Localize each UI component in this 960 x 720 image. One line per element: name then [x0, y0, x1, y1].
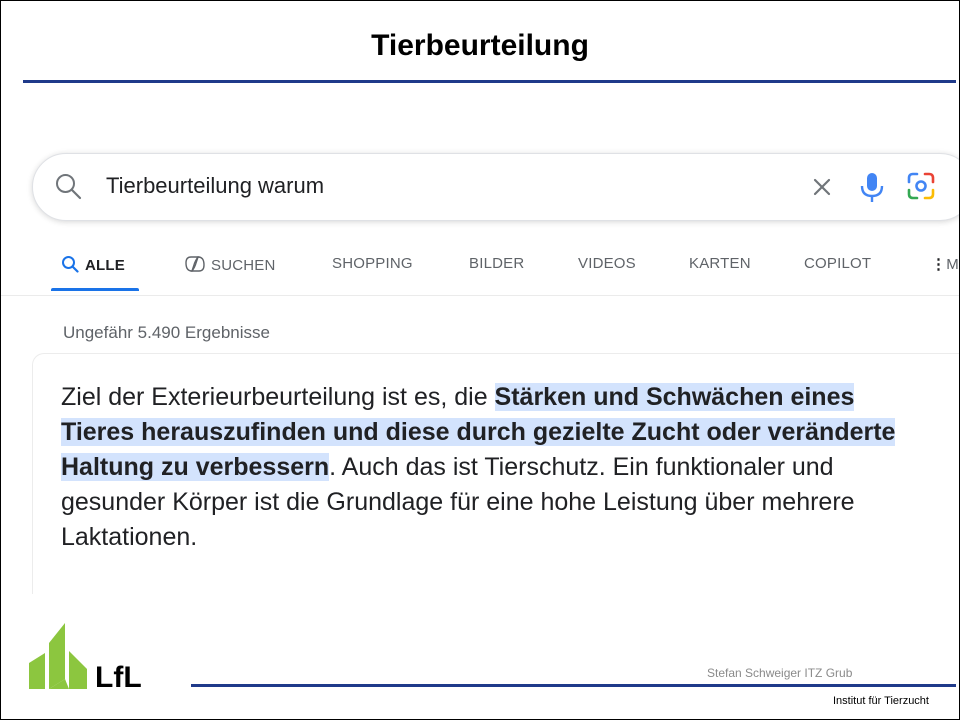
- tab-label: M: [946, 256, 959, 273]
- copilot-icon: [185, 256, 205, 272]
- title-divider: [23, 80, 956, 83]
- microphone-icon[interactable]: [857, 169, 887, 205]
- footer-divider: [191, 684, 956, 687]
- slide: Tierbeurteilung Tierbeurteilung warum AL…: [0, 0, 960, 720]
- active-tab-indicator: [51, 288, 139, 291]
- author-text: Stefan Schweiger ITZ Grub: [707, 666, 853, 680]
- tab-bilder[interactable]: BILDER: [469, 255, 524, 272]
- search-icon[interactable]: [54, 172, 82, 200]
- institute-text: Institut für Tierzucht: [833, 695, 929, 707]
- result-count: Ungefähr 5.490 Ergebnisse: [63, 323, 270, 342]
- lfl-logo: LfL: [29, 623, 142, 689]
- tab-label: ALLE: [85, 257, 125, 274]
- tab-shopping[interactable]: SHOPPING: [332, 255, 413, 272]
- tab-suchen[interactable]: SUCHEN: [184, 255, 276, 274]
- featured-snippet-text: Ziel der Exterieurbeurteilung ist es, di…: [61, 380, 921, 555]
- search-icon: [62, 256, 79, 273]
- tab-label: SUCHEN: [211, 257, 276, 274]
- search-tabs: ALLE SUCHEN SHOPPING BILDER VIDEOS KARTE…: [1, 241, 959, 296]
- tab-copilot[interactable]: COPILOT: [804, 255, 871, 272]
- slide-title: Tierbeurteilung: [371, 29, 589, 62]
- lens-icon[interactable]: [904, 169, 938, 203]
- search-input[interactable]: Tierbeurteilung warum: [106, 173, 324, 199]
- tab-videos[interactable]: VIDEOS: [578, 255, 636, 272]
- snippet-text: Ziel der Exterieurbeurteilung ist es, di…: [61, 383, 495, 411]
- clear-icon[interactable]: [809, 174, 835, 200]
- tab-alle[interactable]: ALLE: [61, 255, 125, 274]
- logo-text: LfL: [95, 661, 142, 689]
- more-dots-icon: ⋮: [931, 256, 947, 273]
- tab-karten[interactable]: KARTEN: [689, 255, 751, 272]
- tab-more[interactable]: ⋮M: [931, 255, 959, 273]
